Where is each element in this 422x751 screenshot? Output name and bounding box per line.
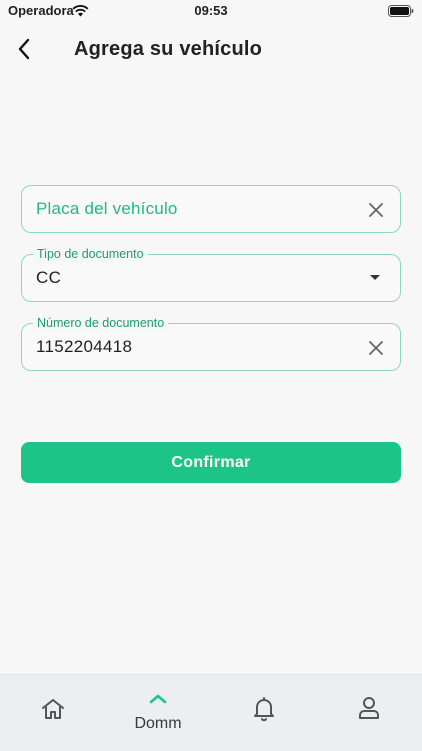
user-icon: [359, 697, 379, 719]
close-icon: [369, 341, 383, 355]
home-icon: [42, 699, 64, 719]
document-number-label: Número de documento: [33, 315, 169, 331]
back-button[interactable]: [10, 34, 38, 64]
tab-profile[interactable]: [339, 675, 399, 751]
tab-domm[interactable]: Domm: [128, 675, 188, 751]
clear-plate-button[interactable]: [366, 200, 386, 220]
status-bar: Operadora 09:53: [0, 0, 422, 22]
plate-placeholder: Placa del vehículo: [36, 199, 178, 218]
header: Agrega su vehículo: [0, 30, 422, 70]
page-title: Agrega su vehículo: [74, 38, 263, 60]
document-type-value: CC: [36, 268, 62, 287]
tab-bar: Domm: [0, 674, 422, 751]
status-time: 09:53: [194, 3, 228, 18]
clear-document-number-button[interactable]: [366, 338, 386, 358]
document-number-value[interactable]: 1152204418: [36, 337, 132, 357]
confirm-button[interactable]: Confirmar: [21, 442, 401, 483]
battery-icon: [388, 4, 414, 22]
document-type-select[interactable]: Tipo de documento CC: [21, 246, 401, 302]
caret-down-icon: [370, 275, 380, 280]
tab-domm-label: Domm: [134, 715, 182, 732]
bell-icon: [254, 697, 274, 722]
plate-field[interactable]: Placa del vehículo: [21, 185, 401, 233]
close-icon: [369, 203, 383, 217]
chevron-left-icon: [18, 38, 30, 60]
chevron-up-icon: [149, 694, 167, 704]
document-number-field[interactable]: Número de documento 1152204418: [21, 315, 401, 371]
tab-notifications[interactable]: [234, 675, 294, 751]
tab-home[interactable]: [23, 675, 83, 751]
document-type-label: Tipo de documento: [33, 246, 148, 262]
